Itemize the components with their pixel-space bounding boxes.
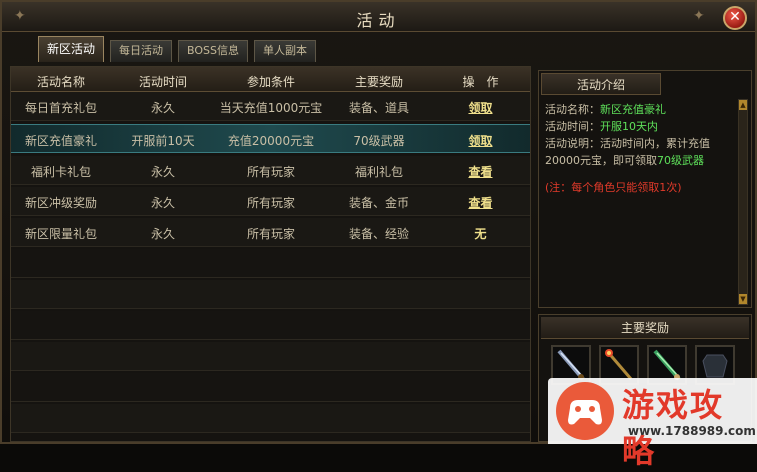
cell-condition: 当天充值1000元宝 [219,101,323,115]
table-row[interactable]: 每日首充礼包 永久 当天充值1000元宝 装备、道具 领取 [11,92,530,121]
cell-condition: 所有玩家 [246,227,295,241]
claim-link[interactable]: 领取 [468,101,492,115]
watermark: 游戏攻略 www.1788989.com [548,378,757,470]
cell-reward: 70级武器 [353,134,405,148]
empty-row [11,280,530,309]
table-row[interactable]: 新区冲级奖励 永久 所有玩家 装备、金币 查看 [11,187,530,216]
info-time-value: 开服10天内 [600,120,658,133]
cell-condition: 充值20000元宝 [227,134,315,148]
title-bar: ✦ 活动 ✦ ✕ [2,2,755,32]
empty-row [11,342,530,371]
window-title: 活动 [356,11,401,30]
tab-new-server-events[interactable]: 新区活动 [38,36,105,62]
action-none: 无 [474,227,487,241]
activity-table: 活动名称 活动时间 参加条件 主要奖励 操 作 每日首充礼包 永久 当天充值10… [10,66,531,442]
cell-reward: 福利礼包 [354,165,403,179]
table-row[interactable]: 新区充值豪礼 开服前10天 充值20000元宝 70级武器 领取 [11,124,530,153]
cell-name: 新区限量礼包 [24,227,97,241]
cell-time: 永久 [150,196,175,210]
claim-link[interactable]: 领取 [468,134,492,148]
scroll-up-icon[interactable]: ▲ [739,100,747,110]
ornament-icon: ✦ [693,8,705,24]
tab-solo-dungeon[interactable]: 单人副本 [254,40,316,62]
activity-description: 活动介绍 活动名称：新区充值豪礼 活动时间：开服10天内 活动说明：活动时间内，… [538,70,752,308]
view-link[interactable]: 查看 [468,196,492,210]
cell-time: 开服前10天 [131,134,195,148]
info-name-label: 活动名称： [545,103,600,116]
table-header: 活动名称 活动时间 参加条件 主要奖励 操 作 [11,67,530,92]
cell-time: 永久 [150,165,175,179]
info-note: (注：每个角色只能领取1次) [545,181,682,194]
tab-bar: 新区活动 每日活动 BOSS信息 单人副本 [38,36,316,62]
cell-time: 永久 [150,101,175,115]
cell-reward: 装备、道具 [348,101,409,115]
empty-row [11,249,530,278]
empty-row [11,404,530,433]
header-name: 活动名称 [36,75,85,89]
cell-condition: 所有玩家 [246,196,295,210]
cell-reward: 装备、经验 [348,227,409,241]
info-name-value: 新区充值豪礼 [600,103,666,116]
cell-name: 福利卡礼包 [30,165,91,179]
tab-daily-events[interactable]: 每日活动 [110,40,173,62]
watermark-url: www.1788989.com [628,424,756,438]
close-icon[interactable]: ✕ [729,9,741,25]
header-condition: 参加条件 [246,75,295,89]
header-reward: 主要奖励 [354,75,403,89]
empty-row [11,311,530,340]
tab-boss-info[interactable]: BOSS信息 [178,40,248,62]
info-body: 活动名称：新区充值豪礼 活动时间：开服10天内 活动说明：活动时间内，累计充值2… [545,101,731,196]
header-time: 活动时间 [138,75,187,89]
table-row[interactable]: 福利卡礼包 永久 所有玩家 福利礼包 查看 [11,156,530,185]
cell-condition: 所有玩家 [246,165,295,179]
cell-name: 新区充值豪礼 [24,134,97,148]
gamepad-logo-icon [556,382,614,440]
empty-row [11,373,530,402]
scroll-down-icon[interactable]: ▼ [739,294,747,304]
view-link[interactable]: 查看 [468,165,492,179]
info-desc-value: 70级武器 [657,154,704,167]
reward-title: 主要奖励 [541,317,749,339]
info-time-label: 活动时间： [545,120,600,133]
info-title: 活动介绍 [541,73,661,95]
cell-time: 永久 [150,227,175,241]
close-button[interactable]: ✕ [723,6,747,30]
cell-name: 新区冲级奖励 [24,196,97,210]
table-row[interactable]: 新区限量礼包 永久 所有玩家 装备、经验 无 [11,218,530,247]
header-action: 操 作 [462,75,499,89]
cell-name: 每日首充礼包 [24,101,97,115]
scrollbar[interactable]: ▲ ▼ [738,99,748,305]
cell-reward: 装备、金币 [348,196,409,210]
